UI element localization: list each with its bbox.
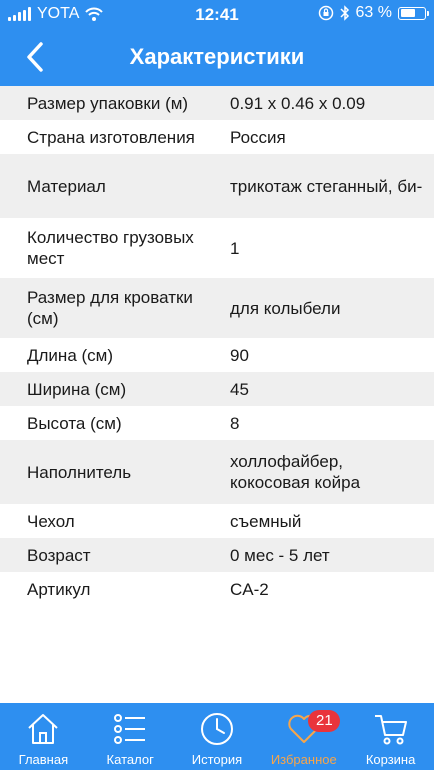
spec-row: Страна изготовления Россия	[0, 120, 434, 154]
spec-row: Артикул CA-2	[0, 572, 434, 606]
spec-value: для колыбели	[230, 298, 341, 318]
top-bar: YOTA 12:41 63 % Характеристики	[0, 0, 434, 86]
tab-label: Главная	[18, 752, 69, 767]
spec-value: холлофайбер, кокосовая койра	[230, 452, 361, 492]
tab-label: Избранное	[270, 752, 337, 767]
tab-favorites[interactable]: 21 Избранное	[260, 703, 347, 770]
spec-row: Наполнитель холлофайбер, кокосовая койра	[0, 440, 434, 504]
tab-history[interactable]: История	[174, 703, 261, 770]
spec-value: съемный	[230, 511, 302, 531]
rotation-lock-icon	[318, 5, 333, 21]
tab-label: Корзина	[365, 752, 416, 767]
status-right: 63 %	[318, 4, 429, 22]
tab-catalog[interactable]: Каталог	[87, 703, 174, 770]
favorites-count-badge: 21	[308, 710, 341, 732]
tab-home[interactable]: Главная	[0, 703, 87, 770]
spec-label: Материал	[27, 176, 106, 196]
spec-row: Количество грузовых мест 1	[0, 218, 434, 278]
spec-value: 0 мес - 5 лет	[230, 545, 330, 565]
page-title: Характеристики	[129, 44, 305, 69]
spec-value: 90	[230, 345, 249, 365]
spec-value: трикотаж стеганный, би-	[230, 176, 423, 196]
spec-row: Размер для кроватки (см) для колыбели	[0, 278, 434, 338]
spec-label: Страна изготовления	[27, 127, 195, 147]
spec-value: CA-2	[230, 579, 269, 599]
clock-icon	[200, 713, 233, 745]
spec-label: Наполнитель	[27, 462, 132, 482]
tab-cart[interactable]: Корзина	[347, 703, 434, 770]
home-icon	[28, 714, 59, 744]
spec-row: Ширина (см) 45	[0, 372, 434, 406]
spec-row: Длина (см) 90	[0, 338, 434, 372]
spec-label: Количество грузовых мест	[27, 228, 194, 268]
spec-label: Размер упаковки (м)	[27, 93, 189, 113]
spec-row: Возраст 0 мес - 5 лет	[0, 538, 434, 572]
status-bar: YOTA 12:41 63 %	[0, 0, 434, 30]
battery-icon	[398, 6, 429, 20]
spec-row: Материал трикотаж стеганный, би-	[0, 154, 434, 218]
spec-value: 1	[230, 238, 240, 258]
spec-row: Высота (см) 8	[0, 406, 434, 440]
spec-label: Чехол	[27, 511, 75, 531]
spec-value: 0.91 x 0.46 x 0.09	[230, 93, 366, 113]
spec-label: Размер для кроватки (см)	[27, 288, 193, 328]
nav-bar: Характеристики	[0, 30, 434, 86]
spec-label: Возраст	[27, 545, 91, 565]
spec-table: Размер упаковки (м) 0.91 x 0.46 x 0.09 Стр…	[0, 86, 434, 606]
tab-bar: Главная Каталог История 21 Избранное Кор…	[0, 703, 434, 770]
spec-label: Ширина (см)	[27, 379, 127, 399]
tab-label: Каталог	[106, 752, 154, 767]
spec-label: Высота (см)	[27, 413, 122, 433]
spec-value: Россия	[230, 127, 286, 147]
spec-row: Чехол съемный	[0, 504, 434, 538]
cart-icon	[374, 715, 407, 745]
spec-label: Длина (см)	[27, 345, 114, 365]
battery-fill	[400, 9, 415, 17]
spec-label: Артикул	[27, 579, 91, 599]
tab-label: История	[191, 752, 243, 767]
spec-row: Размер упаковки (м) 0.91 x 0.46 x 0.09	[0, 86, 434, 120]
spec-value: 8	[230, 413, 240, 433]
battery-percent: 63 %	[355, 4, 392, 21]
bluetooth-icon	[340, 5, 349, 21]
spec-value: 45	[230, 379, 249, 399]
list-icon	[114, 714, 146, 744]
